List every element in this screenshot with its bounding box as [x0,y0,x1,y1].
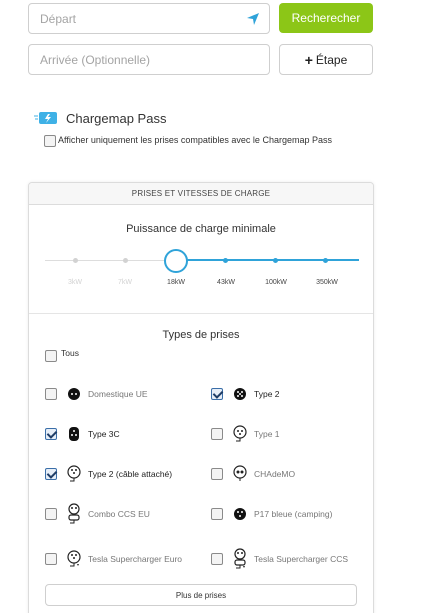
plug-option[interactable]: P17 bleue (camping) [211,504,332,524]
plug-option[interactable]: Domestique UE [45,384,148,404]
plug-label: P17 bleue (camping) [254,509,333,519]
plug-filter-panel: PRISES ET VITESSES DE CHARGE Puissance d… [28,182,374,613]
type2-plug-icon [232,384,248,404]
plug-option[interactable]: Type 2 [211,384,280,404]
plug-label: Tesla Supercharger Euro [88,554,183,564]
locate-arrow-icon[interactable] [246,12,260,26]
power-tick-label: 3kW [68,279,82,286]
power-slider[interactable] [45,249,359,273]
all-plugs-label: Tous [61,348,79,358]
slider-tick[interactable] [73,258,78,263]
plug-option[interactable]: CHAdeMO [211,464,295,484]
slider-tick[interactable] [273,258,278,263]
plug-label: Combo CCS EU [88,509,150,519]
chargemap-pass-row: Chargemap Pass [34,110,166,126]
arrivee-field[interactable] [28,44,270,75]
slider-tick[interactable] [323,258,328,263]
plug-checkbox[interactable] [211,468,223,480]
plug-option[interactable]: Tesla Supercharger CCS [211,548,349,569]
search-button[interactable]: Recherecher [279,3,373,33]
panel-divider [29,313,373,314]
depart-input[interactable] [29,4,269,33]
plug-checkbox[interactable] [45,468,57,480]
plug-checkbox[interactable] [45,388,57,400]
pass-filter-label: Afficher uniquement les prises compatibl… [58,135,332,145]
type2-cable-plug-icon [66,464,82,484]
p17-plug-icon [232,504,248,524]
panel-header: PRISES ET VITESSES DE CHARGE [29,183,373,205]
arrivee-input[interactable] [29,45,269,74]
plug-checkbox[interactable] [211,553,223,565]
tesla-euro-plug-icon [66,549,82,569]
plug-label: CHAdeMO [254,469,296,479]
power-tick-label: 100kW [265,279,287,286]
chargemap-pass-title: Chargemap Pass [66,110,167,126]
plug-label: Type 1 [254,429,280,439]
slider-tick[interactable] [223,258,228,263]
type1-plug-icon [232,424,248,444]
plug-label: Domestique UE [88,389,148,399]
plug-checkbox[interactable] [211,508,223,520]
plug-label: Type 2 (câble attaché) [88,469,173,479]
type3c-plug-icon [66,424,82,444]
power-tick-label: 18kW [167,279,185,286]
slider-track-inactive [45,260,176,261]
plug-label: Tesla Supercharger CCS [254,554,349,564]
power-tick-label: 43kW [217,279,235,286]
slider-track-active [176,259,359,261]
plug-option[interactable]: Tesla Supercharger Euro [45,549,182,569]
tesla-ccs-plug-icon [232,548,248,569]
more-plugs-button[interactable]: Plus de prises [45,584,357,606]
depart-field[interactable] [28,3,270,34]
power-tick-label: 350kW [316,279,338,286]
plug-label: Type 2 [254,389,280,399]
chademo-plug-icon [232,464,248,484]
plug-checkbox[interactable] [211,388,223,400]
power-tick-label: 7kW [118,279,132,286]
pass-filter-option[interactable]: Afficher uniquement les prises compatibl… [44,135,332,147]
add-etape-label: Étape [315,52,348,67]
plug-option[interactable]: Type 3C [45,424,120,444]
power-title: Puissance de charge minimale [126,223,276,235]
slider-tick[interactable] [123,258,128,263]
plug-option[interactable]: Type 2 (câble attaché) [45,464,172,484]
add-etape-button[interactable]: + Étape [279,44,373,75]
plug-label: Type 3C [88,429,120,439]
all-plugs-checkbox[interactable] [45,350,57,362]
plug-checkbox[interactable] [45,428,57,440]
plug-types-title: Types de prises [162,329,240,341]
plug-checkbox[interactable] [45,508,57,520]
plus-icon: + [304,51,313,68]
chargemap-pass-card-icon [34,112,57,124]
combo-ccs-plug-icon [66,503,82,524]
plug-checkbox[interactable] [211,428,223,440]
plug-option[interactable]: Combo CCS EU [45,503,150,524]
pass-filter-checkbox[interactable] [44,135,56,147]
domestic-eu-plug-icon [66,384,82,404]
slider-handle[interactable] [164,249,188,273]
all-plugs-option[interactable]: Tous [45,348,79,362]
plug-checkbox[interactable] [45,553,57,565]
plug-option[interactable]: Type 1 [211,424,280,444]
